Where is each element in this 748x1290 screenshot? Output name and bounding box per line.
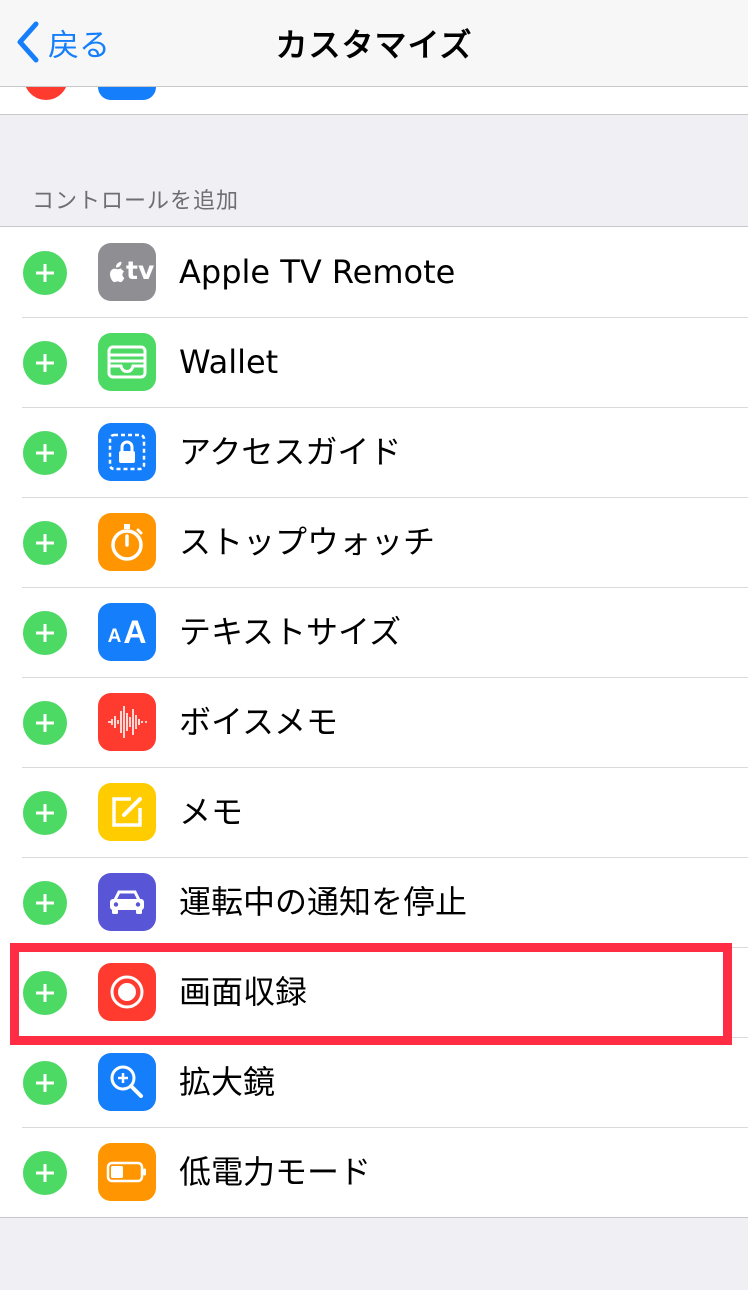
battery-icon [98,1143,156,1201]
control-label: アクセスガイド [179,433,402,471]
add-control-button[interactable] [23,611,67,655]
plus-icon [36,624,54,642]
add-control-button[interactable] [23,431,67,475]
remove-control-button[interactable] [24,86,68,100]
control-row-low-power-mode[interactable]: 低電力モード [0,1127,748,1217]
plus-icon [36,264,54,282]
control-label: 低電力モード [179,1153,372,1191]
control-label: テキストサイズ [179,613,402,651]
control-row-guided-access[interactable]: アクセスガイド [0,407,748,497]
notes-icon [98,783,156,841]
add-control-button[interactable] [23,521,67,565]
apple-tv-text: tv [126,256,155,285]
large-a-glyph: A [123,613,147,650]
add-controls-list: tv Apple TV Remote Wallet アクセスガイド ストップウォ… [0,226,748,1218]
plus-icon [36,1164,54,1182]
text-size-icon: A A [98,603,156,661]
guided-access-icon [98,423,156,481]
control-row-notes[interactable]: メモ [0,767,748,857]
add-control-button[interactable] [23,1061,67,1105]
plus-icon [36,984,54,1002]
app-icon [98,86,156,100]
plus-icon [36,354,54,372]
control-label: 画面収録 [179,973,308,1011]
control-row-magnifier[interactable]: 拡大鏡 [0,1037,748,1127]
control-row-wallet[interactable]: Wallet [0,317,748,407]
control-row-stopwatch[interactable]: ストップウォッチ [0,497,748,587]
plus-icon [36,444,54,462]
previous-list-row [0,86,748,115]
add-control-button[interactable] [23,251,67,295]
add-control-button[interactable] [23,881,67,925]
add-control-button[interactable] [23,971,67,1015]
voice-memo-icon [98,693,156,751]
wallet-icon [98,333,156,391]
control-label: 拡大鏡 [179,1063,276,1101]
stopwatch-icon [98,513,156,571]
control-label: メモ [179,793,244,831]
add-control-button[interactable] [23,341,67,385]
control-row-do-not-disturb-driving[interactable]: 運転中の通知を停止 [0,857,748,947]
plus-icon [36,1074,54,1092]
page-title: カスタマイズ [275,26,473,64]
small-a-glyph: A [107,625,122,647]
control-row-voice-memo[interactable]: ボイスメモ [0,677,748,767]
control-label: ボイスメモ [179,703,339,741]
plus-icon [36,714,54,732]
control-label: Wallet [179,343,279,381]
control-label: ストップウォッチ [179,523,436,561]
control-row-screen-recording[interactable]: 画面収録 [0,947,748,1037]
add-control-button[interactable] [23,701,67,745]
control-label: 運転中の通知を停止 [179,883,468,921]
car-icon [98,873,156,931]
magnifier-icon [98,1053,156,1111]
control-label: Apple TV Remote [179,253,456,291]
control-row-apple-tv-remote[interactable]: tv Apple TV Remote [0,227,748,317]
plus-icon [36,894,54,912]
add-control-button[interactable] [23,791,67,835]
apple-tv-icon: tv [98,243,156,301]
add-control-button[interactable] [23,1151,67,1195]
control-row-text-size[interactable]: A A テキストサイズ [0,587,748,677]
plus-icon [36,804,54,822]
navigation-bar: 戻る カスタマイズ [0,0,748,87]
plus-icon [36,534,54,552]
screen-record-icon [98,963,156,1021]
section-header: コントロールを追加 [32,189,240,214]
